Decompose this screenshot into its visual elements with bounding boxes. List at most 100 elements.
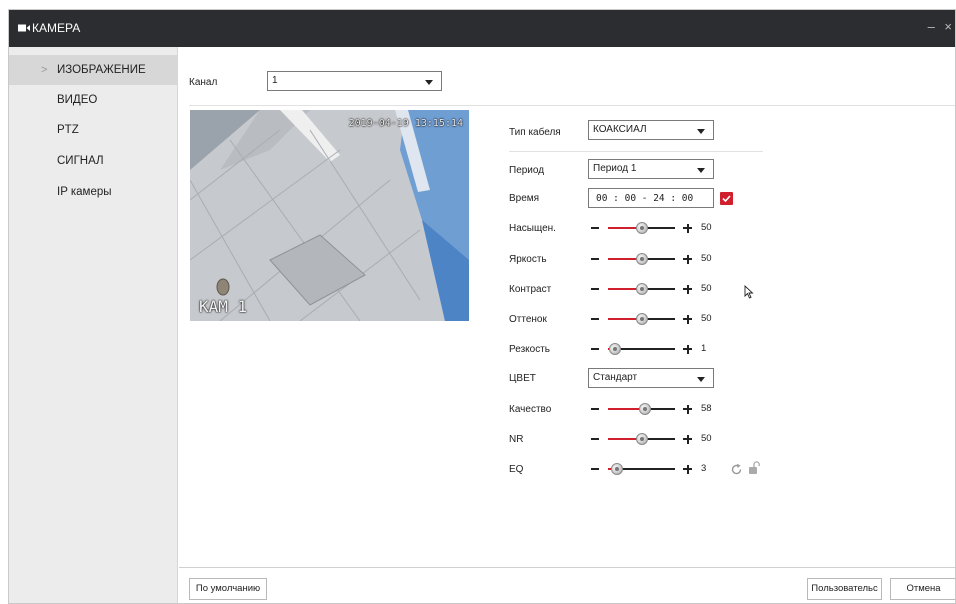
saturation-slider[interactable]: 50 — [591, 220, 721, 236]
plus-icon-stem — [686, 284, 689, 294]
chevron-right-icon: > — [41, 64, 48, 76]
channel-select-value: 1 — [272, 75, 278, 86]
minus-icon[interactable] — [591, 318, 599, 320]
slider-knob[interactable] — [635, 313, 648, 325]
sidebar-item-ptz[interactable]: PTZ — [9, 115, 178, 145]
plus-icon-stem — [686, 404, 689, 414]
sharpness-slider[interactable]: 1 — [591, 341, 721, 357]
contrast-value: 50 — [701, 283, 712, 294]
quality-value: 58 — [701, 403, 712, 414]
time-label: Время — [509, 193, 540, 204]
saturation-value: 50 — [701, 222, 712, 233]
window-controls[interactable]: – × — [928, 19, 955, 34]
sharpness-label: Резкость — [509, 344, 550, 355]
lock-icon[interactable] — [748, 461, 760, 475]
chevron-down-icon — [697, 168, 705, 173]
contrast-label: Контраст — [509, 284, 552, 295]
mouse-cursor-icon — [744, 285, 754, 299]
slider-knob[interactable] — [608, 343, 621, 355]
divider — [509, 151, 763, 152]
slider-knob[interactable] — [638, 403, 651, 415]
slider-knob[interactable] — [635, 253, 648, 265]
color-mode-value: Стандарт — [593, 372, 638, 383]
sidebar-item-label: IP камеры — [57, 186, 112, 198]
hue-slider[interactable]: 50 — [591, 311, 721, 327]
plus-icon-stem — [686, 344, 689, 354]
window-title: КАМЕРА — [32, 21, 81, 35]
sidebar-item-video[interactable]: ВИДЕО — [9, 85, 178, 115]
nr-label: NR — [509, 434, 524, 445]
sharpness-value: 1 — [701, 343, 707, 354]
slider-knob[interactable] — [635, 283, 648, 295]
channel-select[interactable]: 1 — [267, 71, 442, 91]
eq-value: 3 — [701, 463, 707, 474]
slider-knob[interactable] — [635, 222, 648, 234]
channel-label: Канал — [189, 77, 218, 88]
saturation-label: Насыщен. — [509, 223, 556, 234]
minus-icon[interactable] — [591, 408, 599, 410]
period-value: Период 1 — [593, 163, 637, 174]
hue-value: 50 — [701, 313, 712, 324]
sidebar-item-label: PTZ — [57, 124, 79, 136]
minus-icon[interactable] — [591, 288, 599, 290]
camera-icon — [18, 24, 30, 32]
title-bar: КАМЕРА – × — [9, 10, 955, 47]
cable-type-value: КОАКСИАЛ — [593, 124, 647, 135]
plus-icon-stem — [686, 223, 689, 233]
sidebar-item-image[interactable]: > ИЗОБРАЖЕНИЕ — [9, 55, 178, 85]
nr-value: 50 — [701, 433, 712, 444]
quality-slider[interactable]: 58 — [591, 401, 721, 417]
brightness-value: 50 — [701, 253, 712, 264]
minus-icon[interactable] — [591, 438, 599, 440]
nr-slider[interactable]: 50 — [591, 431, 721, 447]
eq-slider[interactable]: 3 — [591, 461, 721, 477]
brightness-slider[interactable]: 50 — [591, 251, 721, 267]
sidebar-item-ip-cameras[interactable]: IP камеры — [9, 177, 178, 207]
slider-knob[interactable] — [635, 433, 648, 445]
chevron-down-icon — [697, 129, 705, 134]
brightness-label: Яркость — [509, 254, 547, 265]
period-select[interactable]: Период 1 — [588, 159, 714, 179]
minus-icon[interactable] — [591, 348, 599, 350]
color-label: ЦВЕТ — [509, 373, 536, 384]
camera-preview-image — [190, 110, 469, 321]
contrast-slider[interactable]: 50 — [591, 281, 721, 297]
cable-type-label: Тип кабеля — [509, 127, 561, 138]
footer-divider — [179, 567, 955, 568]
cable-type-select[interactable]: КОАКСИАЛ — [588, 120, 714, 140]
hue-label: Оттенок — [509, 314, 547, 325]
slider-knob[interactable] — [611, 463, 624, 475]
camera-settings-window: КАМЕРА – × > ИЗОБРАЖЕНИЕ ВИДЕО PTZ СИГНА… — [8, 9, 956, 604]
plus-icon-stem — [686, 434, 689, 444]
period-label: Период — [509, 165, 545, 176]
color-mode-select[interactable]: Стандарт — [588, 368, 714, 388]
sidebar-item-label: ВИДЕО — [57, 94, 98, 106]
quality-label: Качество — [509, 404, 552, 415]
time-range-input[interactable]: 00 : 00 - 24 : 00 — [588, 188, 714, 208]
sidebar-item-label: ИЗОБРАЖЕНИЕ — [57, 64, 146, 76]
divider — [189, 105, 955, 106]
custom-button[interactable]: Пользовательс — [807, 578, 882, 600]
main-panel: Канал 1 2019-04-19 13:15:14 КАМ 1 Тип ка… — [179, 47, 955, 603]
eq-label: EQ — [509, 464, 524, 475]
minus-icon[interactable] — [591, 258, 599, 260]
chevron-down-icon — [425, 80, 433, 85]
plus-icon-stem — [686, 314, 689, 324]
sidebar: > ИЗОБРАЖЕНИЕ ВИДЕО PTZ СИГНАЛ IP камеры — [9, 47, 178, 603]
minus-icon[interactable] — [591, 468, 599, 470]
preview-timestamp: 2019-04-19 13:15:14 — [348, 118, 463, 129]
camera-preview: 2019-04-19 13:15:14 КАМ 1 — [190, 110, 469, 321]
time-enable-checkbox[interactable] — [720, 192, 733, 205]
time-range-value: 00 : 00 - 24 : 00 — [596, 193, 694, 204]
plus-icon-stem — [686, 254, 689, 264]
minus-icon[interactable] — [591, 227, 599, 229]
preview-camera-name: КАМ 1 — [199, 297, 248, 316]
chevron-down-icon — [697, 377, 705, 382]
plus-icon-stem — [686, 464, 689, 474]
default-button[interactable]: По умолчанию — [189, 578, 267, 600]
refresh-icon[interactable] — [730, 463, 743, 476]
sidebar-item-signal[interactable]: СИГНАЛ — [9, 146, 178, 176]
sidebar-item-label: СИГНАЛ — [57, 155, 104, 167]
checkmark-icon — [722, 195, 731, 203]
cancel-button[interactable]: Отмена — [890, 578, 955, 600]
